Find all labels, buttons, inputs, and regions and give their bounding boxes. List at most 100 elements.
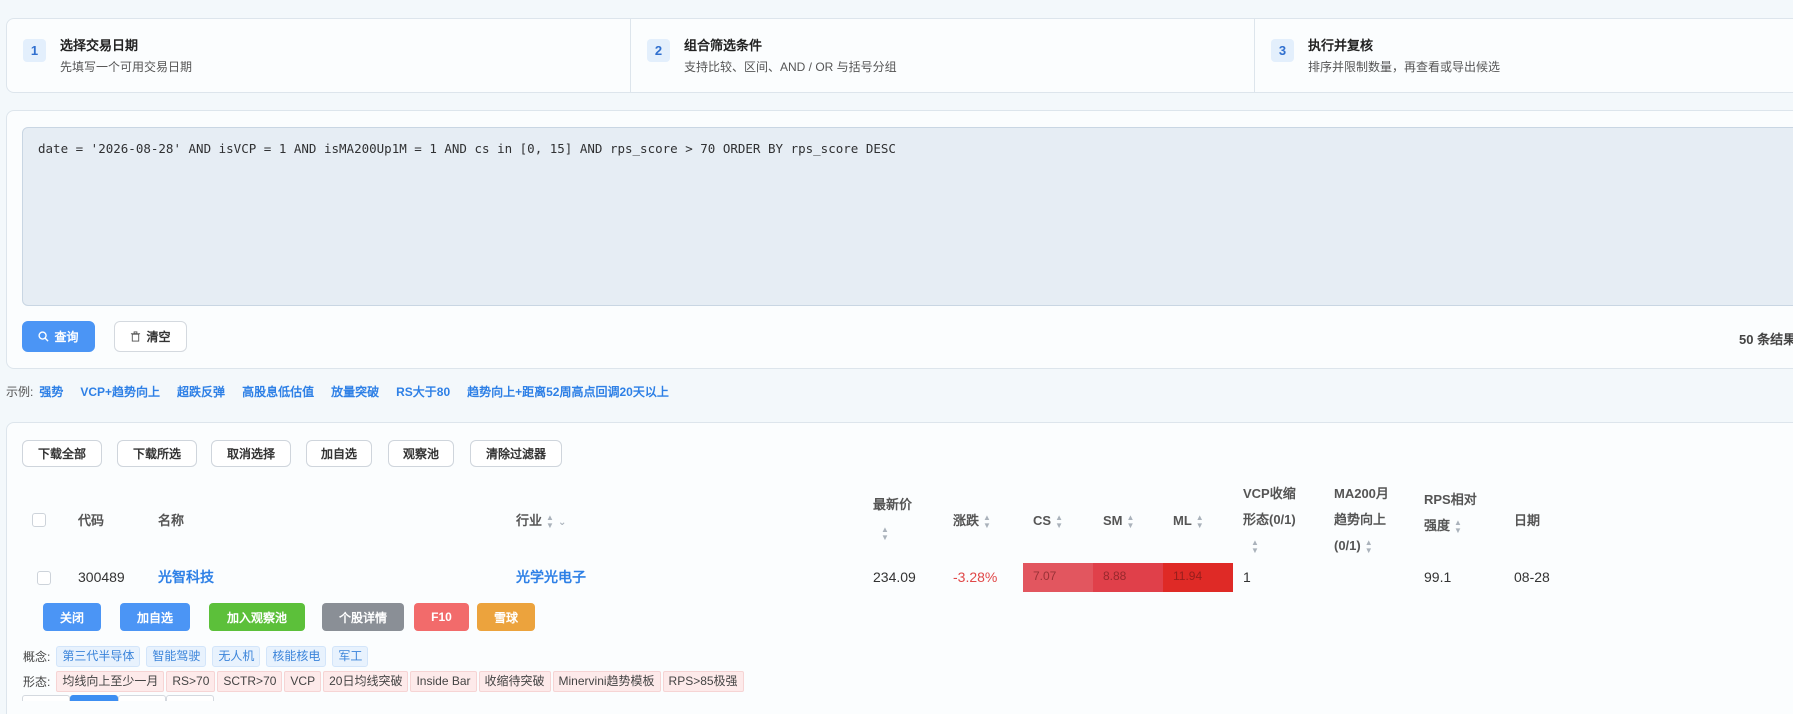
- search-icon: [38, 331, 50, 342]
- query-button-label: 查询: [54, 330, 79, 344]
- step-2: 2 组合筛选条件 支持比较、区间、AND / OR 与括号分组: [631, 19, 1255, 92]
- header-ml-label: ML: [1173, 513, 1192, 528]
- detail-tab[interactable]: [166, 695, 214, 701]
- pattern-tag: 均线向上至少一月: [56, 671, 165, 692]
- example-oversold-rebound[interactable]: 超跌反弹: [177, 383, 225, 400]
- header-sm[interactable]: SM ▲ ▼: [1103, 508, 1134, 534]
- pattern-tag: RS>70: [166, 671, 216, 692]
- step-3: 3 执行并复核 排序并限制数量，再查看或导出候选: [1255, 19, 1793, 92]
- concept-tag[interactable]: 智能驾驶: [146, 646, 207, 667]
- header-ma200-label-2: 趋势向上: [1334, 512, 1387, 527]
- header-vcp-label-1: VCP收缩: [1243, 486, 1296, 501]
- example-vcp-uptrend[interactable]: VCP+趋势向上: [80, 383, 160, 400]
- header-rps-label-2: 强度: [1424, 518, 1451, 533]
- example-rs-above-80[interactable]: RS大于80: [396, 383, 450, 400]
- sort-icon[interactable]: ▲ ▼: [1055, 513, 1063, 530]
- header-ma200-label-1: MA200月: [1334, 486, 1389, 501]
- header-cs-label: CS: [1033, 513, 1052, 528]
- deselect-button[interactable]: 取消选择: [211, 440, 291, 467]
- example-uptrend-pullback[interactable]: 趋势向上+距离52周高点回调20天以上: [467, 383, 669, 400]
- header-ma200-label-3: (0/1): [1334, 538, 1361, 553]
- result-count: 50 条结果: [1739, 332, 1793, 347]
- concept-tag[interactable]: 核能核电: [266, 646, 327, 667]
- concept-tag[interactable]: 无人机: [212, 646, 261, 667]
- sort-icon[interactable]: ▲ ▼: [983, 513, 991, 530]
- query-panel: 查询 清空 50 条结果: [6, 110, 1793, 369]
- step-2-number: 2: [647, 39, 670, 62]
- clear-button[interactable]: 清空: [114, 321, 187, 352]
- sort-icon[interactable]: ▲ ▼: [881, 525, 889, 542]
- step-2-desc: 支持比较、区间、AND / OR 与括号分组: [684, 60, 897, 74]
- step-1-number: 1: [23, 39, 46, 62]
- detail-tab[interactable]: [22, 695, 70, 701]
- header-date: 日期: [1514, 513, 1541, 528]
- sort-icon[interactable]: ▲ ▼: [546, 513, 554, 530]
- cell-sm: 8.88: [1093, 563, 1163, 592]
- sort-icon[interactable]: ▲ ▼: [1365, 538, 1373, 555]
- pattern-tag: SCTR>70: [217, 671, 283, 692]
- concept-tag[interactable]: 第三代半导体: [56, 646, 141, 667]
- header-vcp-label-2: 形态(0/1): [1243, 512, 1296, 527]
- watch-pool-button[interactable]: 观察池: [388, 440, 454, 467]
- row-add-favorite-button[interactable]: 加自选: [120, 603, 190, 631]
- download-all-button[interactable]: 下载全部: [22, 440, 102, 467]
- header-price-label: 最新价: [873, 497, 913, 512]
- sort-icon[interactable]: ▲ ▼: [1127, 513, 1135, 530]
- patterns-row: 形态: 均线向上至少一月 RS>70 SCTR>70 VCP 20日均线突破 I…: [23, 671, 746, 692]
- header-industry[interactable]: 行业 ▲ ▼ ⌄: [516, 508, 566, 536]
- xueqiu-button[interactable]: 雪球: [477, 603, 535, 631]
- header-vcp[interactable]: VCP收缩 形态(0/1) ▲ ▼: [1243, 481, 1296, 559]
- results-panel: 下载全部 下载所选 取消选择 加自选 观察池 清除过滤器 代码 名称 行业 ▲ ▼ ⌄…: [6, 422, 1793, 714]
- cell-cs: 7.07: [1023, 563, 1093, 592]
- example-high-dividend[interactable]: 高股息低估值: [242, 383, 314, 400]
- header-ma200[interactable]: MA200月 趋势向上 (0/1) ▲ ▼: [1334, 481, 1389, 559]
- row-checkbox[interactable]: [37, 571, 51, 585]
- header-ml[interactable]: ML ▲ ▼: [1173, 508, 1204, 534]
- cell-ml: 11.94: [1163, 563, 1233, 592]
- concept-tag[interactable]: 军工: [332, 646, 369, 667]
- query-input[interactable]: [22, 127, 1793, 306]
- pattern-tag: RPS>85极强: [662, 671, 744, 692]
- sort-icon[interactable]: ▲ ▼: [1196, 513, 1204, 530]
- header-cs[interactable]: CS ▲ ▼: [1033, 508, 1063, 534]
- cell-name-link[interactable]: 光智科技: [158, 567, 214, 587]
- close-button[interactable]: 关闭: [43, 603, 101, 631]
- sort-icon[interactable]: ▲ ▼: [1251, 538, 1259, 555]
- query-button[interactable]: 查询: [22, 321, 95, 352]
- trash-icon: [131, 331, 141, 342]
- pattern-tag: Inside Bar: [410, 671, 477, 692]
- step-2-title: 组合筛选条件: [684, 38, 763, 53]
- pattern-tag: 收缩待突破: [478, 671, 551, 692]
- detail-tab-active[interactable]: [70, 695, 118, 701]
- pattern-tag: Minervini趋势模板: [552, 671, 661, 692]
- f10-button[interactable]: F10: [414, 603, 469, 631]
- download-selected-button[interactable]: 下载所选: [117, 440, 197, 467]
- detail-tab[interactable]: [118, 695, 166, 701]
- pattern-tag: VCP: [284, 671, 322, 692]
- stock-detail-button[interactable]: 个股详情: [322, 603, 404, 631]
- cell-change: -3.28%: [953, 569, 998, 585]
- pattern-tag: 20日均线突破: [323, 671, 409, 692]
- header-name: 名称: [158, 513, 185, 528]
- example-strong[interactable]: 强势: [39, 383, 63, 400]
- header-price[interactable]: 最新价 ▲ ▼: [873, 491, 912, 547]
- cell-industry-link[interactable]: 光学光电子: [516, 567, 586, 587]
- filter-dropdown-icon[interactable]: ⌄: [558, 517, 566, 528]
- patterns-label: 形态:: [23, 675, 51, 689]
- select-all-checkbox[interactable]: [32, 513, 46, 527]
- header-rps-label-1: RPS相对: [1424, 492, 1477, 507]
- header-sm-label: SM: [1103, 513, 1123, 528]
- header-change[interactable]: 涨跌 ▲ ▼: [953, 508, 991, 534]
- sort-icon[interactable]: ▲ ▼: [1454, 518, 1462, 535]
- clear-filters-button[interactable]: 清除过滤器: [470, 440, 562, 467]
- add-favorite-button[interactable]: 加自选: [306, 440, 372, 467]
- example-volume-breakout[interactable]: 放量突破: [331, 383, 379, 400]
- step-1-title: 选择交易日期: [60, 38, 139, 53]
- header-code: 代码: [78, 513, 105, 528]
- header-industry-label: 行业: [516, 513, 543, 528]
- examples-label: 示例:: [6, 385, 34, 399]
- step-3-title: 执行并复核: [1308, 38, 1374, 53]
- add-watch-button[interactable]: 加入观察池: [209, 603, 305, 631]
- step-1-desc: 先填写一个可用交易日期: [60, 60, 193, 74]
- header-rps[interactable]: RPS相对 强度 ▲ ▼: [1424, 487, 1477, 539]
